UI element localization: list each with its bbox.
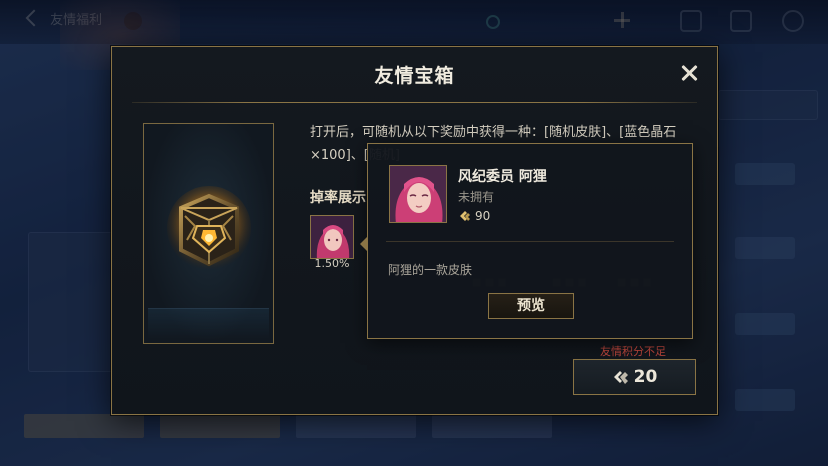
drop-rate-value: 1.50% [314, 257, 350, 270]
skin-portrait [389, 165, 447, 223]
insufficient-points-warning: 友情积分不足 [600, 345, 666, 358]
chest-preview-frame [143, 123, 274, 344]
blue-essence-icon [460, 211, 470, 221]
friendship-points-icon [613, 371, 628, 384]
open-chest-cost-button[interactable]: 20 [573, 359, 696, 395]
price-value: 90 [475, 209, 491, 223]
tooltip-pointer [360, 236, 368, 252]
ahri-portrait-icon [311, 216, 353, 258]
tooltip-divider [386, 241, 674, 242]
skin-detail-tooltip: 风纪委员 阿狸 未拥有 90 阿狸的一款皮肤 预览 [360, 143, 693, 339]
ownership-status: 未拥有 [458, 190, 495, 204]
preview-button[interactable]: 预览 [488, 293, 574, 319]
skin-price: 90 [458, 208, 490, 224]
dialog-title: 友情宝箱 [374, 65, 455, 87]
skin-description: 阿狸的一款皮肤 [388, 263, 473, 277]
title-divider [132, 102, 697, 103]
treasure-chest-icon [167, 186, 251, 270]
drop-rate-title: 掉率展示 [310, 190, 366, 206]
close-icon[interactable] [679, 63, 699, 83]
cost-value: 20 [633, 367, 658, 387]
skin-name: 风纪委员 阿狸 [458, 169, 547, 185]
ahri-portrait-icon [390, 166, 446, 222]
drop-item-ahri[interactable] [310, 215, 354, 259]
